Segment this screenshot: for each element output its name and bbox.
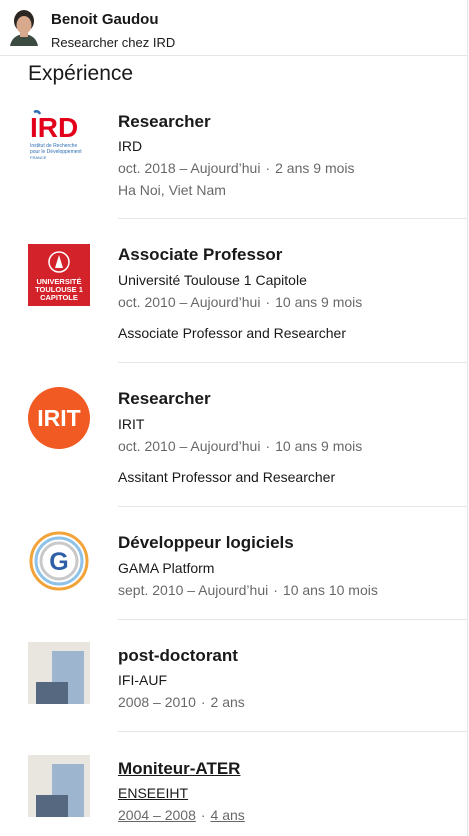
ut1-capitole-logo[interactable]: UNIVERSITÉ TOULOUSE 1 CAPITOLE <box>28 244 90 306</box>
profile-headline: Researcher chez IRD <box>51 35 176 50</box>
date-range[interactable]: 2004 – 2008 · 4 ans <box>118 807 245 823</box>
job-title[interactable]: Moniteur-ATER <box>118 759 240 779</box>
svg-text:IRIT: IRIT <box>37 405 80 431</box>
dates: oct. 2018 – Aujourd’hui <box>118 160 261 176</box>
duration: 4 ans <box>210 807 245 823</box>
gama-logo[interactable]: G <box>28 530 90 592</box>
company-name: Université Toulouse 1 Capitole <box>118 272 307 288</box>
date-range: sept. 2010 – Aujourd’hui · 10 ans 10 mois <box>118 582 378 598</box>
company-name: GAMA Platform <box>118 560 215 576</box>
duration: 10 ans 9 mois <box>275 438 363 454</box>
company-name: IRIT <box>118 416 145 432</box>
date-range: oct. 2018 – Aujourd’hui · 2 ans 9 mois <box>118 160 355 176</box>
irit-logo[interactable]: IRIT <box>28 387 90 449</box>
svg-text:FRANCE: FRANCE <box>30 155 47 160</box>
dates: 2004 – 2008 <box>118 807 196 823</box>
job-title[interactable]: Researcher <box>118 389 211 409</box>
duration: 2 ans 9 mois <box>275 160 355 176</box>
company-name: IFI-AUF <box>118 672 167 688</box>
dates: sept. 2010 – Aujourd’hui <box>118 582 269 598</box>
job-title[interactable]: Développeur logiciels <box>118 533 294 553</box>
job-title[interactable]: Associate Professor <box>118 245 282 265</box>
job-title[interactable]: Researcher <box>118 112 211 132</box>
dates: oct. 2010 – Aujourd’hui <box>118 294 261 310</box>
svg-text:CAPITOLE: CAPITOLE <box>40 293 78 302</box>
experience-item-ut1[interactable]: UNIVERSITÉ TOULOUSE 1 CAPITOLE Associate… <box>0 243 468 363</box>
location: Ha Noi, Viet Nam <box>118 182 226 198</box>
profile-header[interactable]: Benoit Gaudou Researcher chez IRD <box>0 0 468 56</box>
profile-name[interactable]: Benoit Gaudou <box>51 11 159 28</box>
dates: 2008 – 2010 <box>118 694 196 710</box>
experience-panel: Benoit Gaudou Researcher chez IRD Expéri… <box>0 0 468 836</box>
company-name: IRD <box>118 138 143 154</box>
divider <box>118 218 468 219</box>
svg-text:IRD: IRD <box>30 112 78 143</box>
placeholder-company-icon[interactable] <box>28 642 90 704</box>
section-title: Expérience <box>28 62 134 85</box>
divider <box>118 362 468 363</box>
experience-item-ird[interactable]: IRD Institut de Recherche pour le Dévelo… <box>0 100 468 220</box>
job-description: Assitant Professor and Researcher <box>118 469 336 485</box>
date-range: oct. 2010 – Aujourd’hui · 10 ans 9 mois <box>118 438 363 454</box>
experience-item-gama[interactable]: G Développeur logiciels GAMA Platform se… <box>0 530 468 620</box>
job-title[interactable]: post-doctorant <box>118 646 238 666</box>
dates: oct. 2010 – Aujourd’hui <box>118 438 261 454</box>
duration: 10 ans 9 mois <box>275 294 363 310</box>
avatar[interactable] <box>6 6 42 46</box>
company-name[interactable]: ENSEEIHT <box>118 785 188 801</box>
date-range: oct. 2010 – Aujourd’hui · 10 ans 9 mois <box>118 294 363 310</box>
duration: 2 ans <box>210 694 245 710</box>
date-range: 2008 – 2010 · 2 ans <box>118 694 245 710</box>
ird-logo[interactable]: IRD Institut de Recherche pour le Dévelo… <box>28 108 90 170</box>
divider <box>118 619 468 620</box>
placeholder-company-icon[interactable] <box>28 755 90 817</box>
experience-item-enseeiht[interactable]: Moniteur-ATER ENSEEIHT 2004 – 2008 · 4 ans <box>0 755 468 836</box>
duration: 10 ans 10 mois <box>282 582 378 598</box>
svg-text:G: G <box>49 548 68 576</box>
experience-item-irit[interactable]: IRIT Researcher IRIT oct. 2010 – Aujourd… <box>0 387 468 507</box>
experience-item-ifi-auf[interactable]: post-doctorant IFI-AUF 2008 – 2010 · 2 ans <box>0 642 468 732</box>
divider <box>118 731 468 732</box>
job-description: Associate Professor and Researcher <box>118 325 346 341</box>
divider <box>118 506 468 507</box>
